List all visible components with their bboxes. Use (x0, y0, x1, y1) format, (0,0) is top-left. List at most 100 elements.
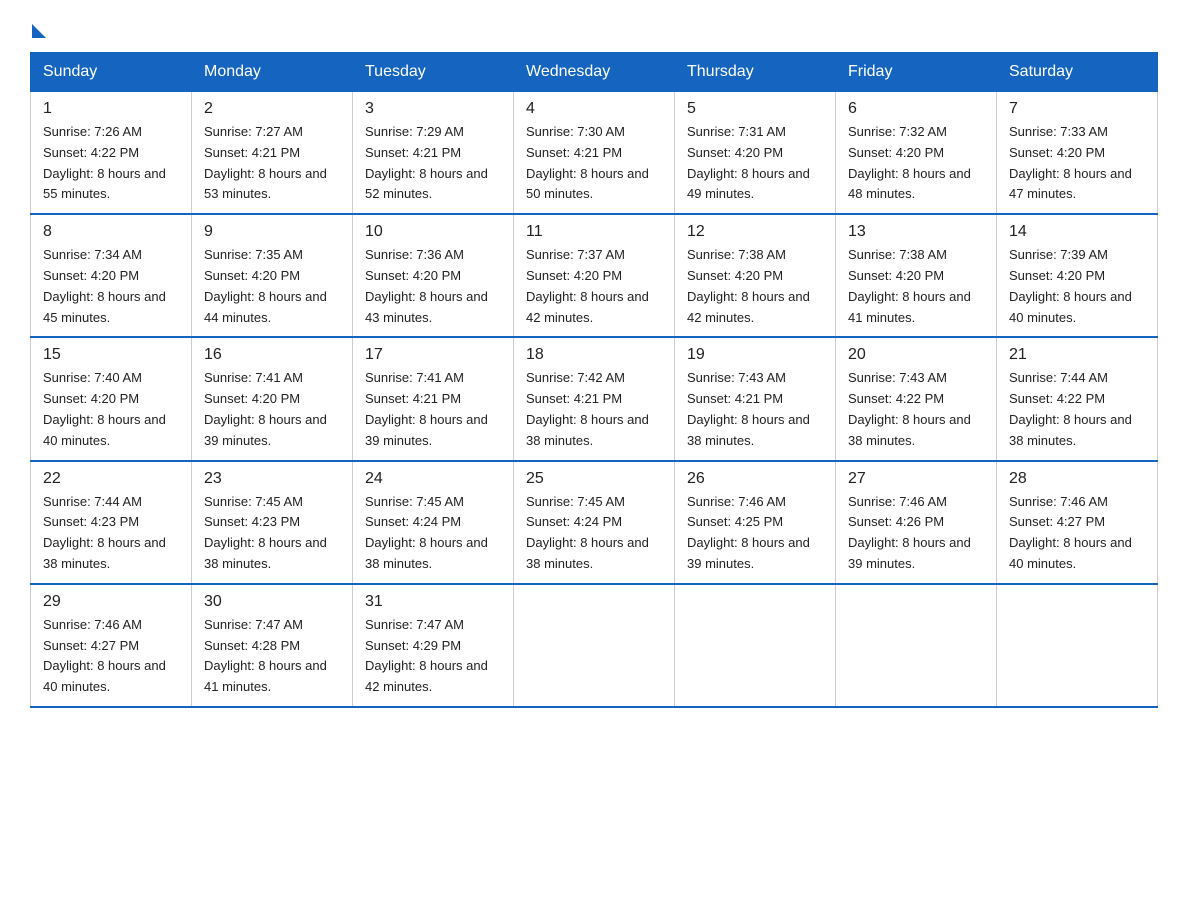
calendar-cell: 19 Sunrise: 7:43 AMSunset: 4:21 PMDayligh… (675, 337, 836, 460)
day-info: Sunrise: 7:45 AMSunset: 4:23 PMDaylight:… (204, 492, 340, 575)
day-number: 14 (1009, 223, 1145, 241)
calendar-cell (514, 584, 675, 707)
calendar-cell: 11 Sunrise: 7:37 AMSunset: 4:20 PMDayligh… (514, 214, 675, 337)
calendar-cell: 20 Sunrise: 7:43 AMSunset: 4:22 PMDayligh… (836, 337, 997, 460)
col-header-thursday: Thursday (675, 53, 836, 92)
day-info: Sunrise: 7:44 AMSunset: 4:22 PMDaylight:… (1009, 368, 1145, 451)
day-info: Sunrise: 7:35 AMSunset: 4:20 PMDaylight:… (204, 245, 340, 328)
day-number: 26 (687, 470, 823, 488)
day-info: Sunrise: 7:29 AMSunset: 4:21 PMDaylight:… (365, 122, 501, 205)
day-number: 28 (1009, 470, 1145, 488)
calendar-cell: 22Sunrise: 7:44 AMSunset: 4:23 PMDayligh… (31, 461, 192, 584)
calendar-cell: 17 Sunrise: 7:41 AMSunset: 4:21 PMDayligh… (353, 337, 514, 460)
week-row-2: 8 Sunrise: 7:34 AMSunset: 4:20 PMDaylight… (31, 214, 1158, 337)
calendar-cell: 29 Sunrise: 7:46 AMSunset: 4:27 PMDayligh… (31, 584, 192, 707)
calendar-cell: 5Sunrise: 7:31 AMSunset: 4:20 PMDaylight… (675, 92, 836, 215)
day-info: Sunrise: 7:43 AMSunset: 4:22 PMDaylight:… (848, 368, 984, 451)
calendar-cell: 28 Sunrise: 7:46 AMSunset: 4:27 PMDayligh… (997, 461, 1158, 584)
calendar-cell: 3 Sunrise: 7:29 AMSunset: 4:21 PMDaylight… (353, 92, 514, 215)
week-row-4: 22Sunrise: 7:44 AMSunset: 4:23 PMDayligh… (31, 461, 1158, 584)
day-number: 13 (848, 223, 984, 241)
day-info: Sunrise: 7:45 AMSunset: 4:24 PMDaylight:… (526, 492, 662, 575)
calendar-cell: 4 Sunrise: 7:30 AMSunset: 4:21 PMDaylight… (514, 92, 675, 215)
calendar-cell: 16 Sunrise: 7:41 AMSunset: 4:20 PMDayligh… (192, 337, 353, 460)
day-number: 2 (204, 100, 340, 118)
calendar-cell: 13Sunrise: 7:38 AMSunset: 4:20 PMDayligh… (836, 214, 997, 337)
col-header-wednesday: Wednesday (514, 53, 675, 92)
day-info: Sunrise: 7:43 AMSunset: 4:21 PMDaylight:… (687, 368, 823, 451)
calendar-table: SundayMondayTuesdayWednesdayThursdayFrid… (30, 52, 1158, 708)
day-info: Sunrise: 7:47 AMSunset: 4:28 PMDaylight:… (204, 615, 340, 698)
week-row-1: 1 Sunrise: 7:26 AMSunset: 4:22 PMDaylight… (31, 92, 1158, 215)
day-info: Sunrise: 7:39 AMSunset: 4:20 PMDaylight:… (1009, 245, 1145, 328)
day-number: 4 (526, 100, 662, 118)
calendar-cell: 1 Sunrise: 7:26 AMSunset: 4:22 PMDaylight… (31, 92, 192, 215)
day-number: 19 (687, 346, 823, 364)
day-number: 11 (526, 223, 662, 241)
page-header (30, 20, 1158, 32)
day-info: Sunrise: 7:47 AMSunset: 4:29 PMDaylight:… (365, 615, 501, 698)
logo (30, 20, 46, 32)
calendar-cell: 8 Sunrise: 7:34 AMSunset: 4:20 PMDaylight… (31, 214, 192, 337)
day-number: 29 (43, 593, 179, 611)
col-header-monday: Monday (192, 53, 353, 92)
calendar-cell: 24 Sunrise: 7:45 AMSunset: 4:24 PMDayligh… (353, 461, 514, 584)
day-info: Sunrise: 7:26 AMSunset: 4:22 PMDaylight:… (43, 122, 179, 205)
day-number: 21 (1009, 346, 1145, 364)
day-number: 25 (526, 470, 662, 488)
day-number: 16 (204, 346, 340, 364)
calendar-header-row: SundayMondayTuesdayWednesdayThursdayFrid… (31, 53, 1158, 92)
week-row-5: 29 Sunrise: 7:46 AMSunset: 4:27 PMDayligh… (31, 584, 1158, 707)
day-info: Sunrise: 7:31 AMSunset: 4:20 PMDaylight:… (687, 122, 823, 205)
day-number: 10 (365, 223, 501, 241)
calendar-cell (836, 584, 997, 707)
calendar-cell: 27 Sunrise: 7:46 AMSunset: 4:26 PMDayligh… (836, 461, 997, 584)
col-header-saturday: Saturday (997, 53, 1158, 92)
day-info: Sunrise: 7:33 AMSunset: 4:20 PMDaylight:… (1009, 122, 1145, 205)
day-number: 3 (365, 100, 501, 118)
calendar-cell: 15Sunrise: 7:40 AMSunset: 4:20 PMDayligh… (31, 337, 192, 460)
day-number: 9 (204, 223, 340, 241)
day-number: 30 (204, 593, 340, 611)
day-info: Sunrise: 7:37 AMSunset: 4:20 PMDaylight:… (526, 245, 662, 328)
day-number: 18 (526, 346, 662, 364)
day-number: 31 (365, 593, 501, 611)
logo-arrow-icon (32, 24, 46, 38)
calendar-cell: 9 Sunrise: 7:35 AMSunset: 4:20 PMDaylight… (192, 214, 353, 337)
col-header-sunday: Sunday (31, 53, 192, 92)
col-header-tuesday: Tuesday (353, 53, 514, 92)
day-number: 12 (687, 223, 823, 241)
calendar-cell: 10 Sunrise: 7:36 AMSunset: 4:20 PMDayligh… (353, 214, 514, 337)
calendar-cell: 23 Sunrise: 7:45 AMSunset: 4:23 PMDayligh… (192, 461, 353, 584)
day-info: Sunrise: 7:40 AMSunset: 4:20 PMDaylight:… (43, 368, 179, 451)
day-info: Sunrise: 7:42 AMSunset: 4:21 PMDaylight:… (526, 368, 662, 451)
week-row-3: 15Sunrise: 7:40 AMSunset: 4:20 PMDayligh… (31, 337, 1158, 460)
col-header-friday: Friday (836, 53, 997, 92)
calendar-cell: 7 Sunrise: 7:33 AMSunset: 4:20 PMDaylight… (997, 92, 1158, 215)
day-number: 20 (848, 346, 984, 364)
day-number: 24 (365, 470, 501, 488)
day-info: Sunrise: 7:46 AMSunset: 4:26 PMDaylight:… (848, 492, 984, 575)
day-info: Sunrise: 7:30 AMSunset: 4:21 PMDaylight:… (526, 122, 662, 205)
calendar-cell (675, 584, 836, 707)
day-number: 1 (43, 100, 179, 118)
day-info: Sunrise: 7:34 AMSunset: 4:20 PMDaylight:… (43, 245, 179, 328)
day-info: Sunrise: 7:46 AMSunset: 4:27 PMDaylight:… (43, 615, 179, 698)
day-info: Sunrise: 7:36 AMSunset: 4:20 PMDaylight:… (365, 245, 501, 328)
calendar-cell: 30 Sunrise: 7:47 AMSunset: 4:28 PMDayligh… (192, 584, 353, 707)
calendar-cell: 25 Sunrise: 7:45 AMSunset: 4:24 PMDayligh… (514, 461, 675, 584)
day-number: 17 (365, 346, 501, 364)
day-number: 8 (43, 223, 179, 241)
day-number: 23 (204, 470, 340, 488)
day-number: 27 (848, 470, 984, 488)
day-info: Sunrise: 7:41 AMSunset: 4:21 PMDaylight:… (365, 368, 501, 451)
day-number: 7 (1009, 100, 1145, 118)
calendar-cell: 21 Sunrise: 7:44 AMSunset: 4:22 PMDayligh… (997, 337, 1158, 460)
day-info: Sunrise: 7:38 AMSunset: 4:20 PMDaylight:… (687, 245, 823, 328)
day-number: 6 (848, 100, 984, 118)
day-info: Sunrise: 7:46 AMSunset: 4:27 PMDaylight:… (1009, 492, 1145, 575)
day-info: Sunrise: 7:45 AMSunset: 4:24 PMDaylight:… (365, 492, 501, 575)
day-info: Sunrise: 7:41 AMSunset: 4:20 PMDaylight:… (204, 368, 340, 451)
calendar-cell: 6Sunrise: 7:32 AMSunset: 4:20 PMDaylight… (836, 92, 997, 215)
day-info: Sunrise: 7:46 AMSunset: 4:25 PMDaylight:… (687, 492, 823, 575)
